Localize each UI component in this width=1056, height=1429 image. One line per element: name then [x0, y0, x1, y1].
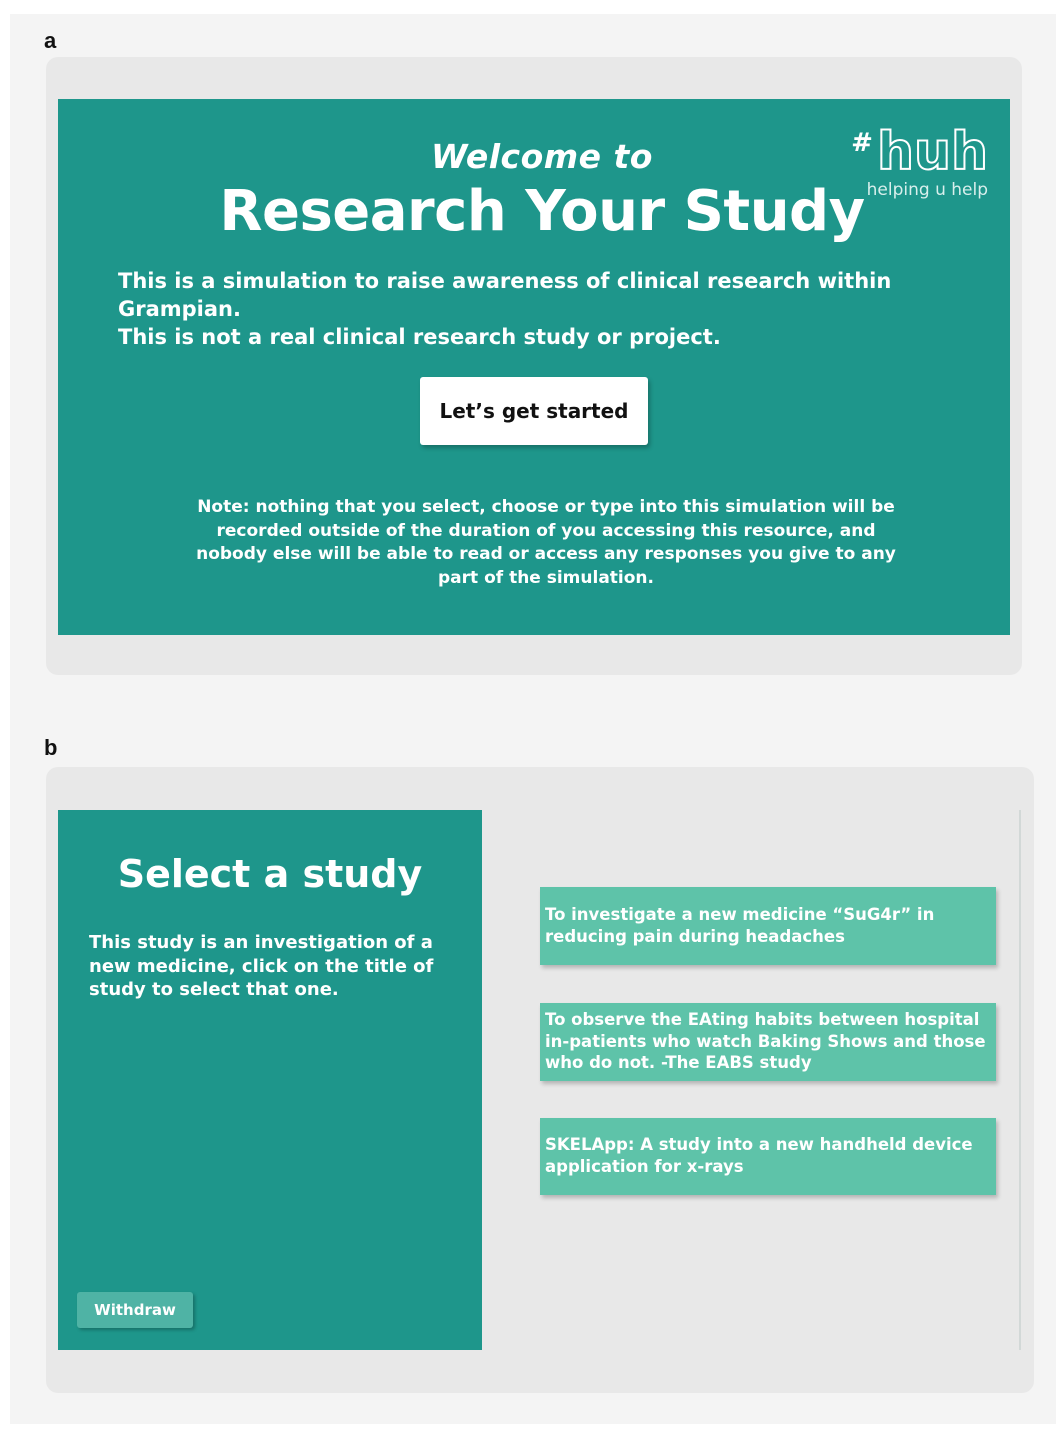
logo-tagline: helping u help: [866, 180, 988, 200]
study-option-eabs[interactable]: To observe the EAting habits between hos…: [540, 1003, 996, 1081]
withdraw-button[interactable]: Withdraw: [77, 1292, 193, 1328]
select-description: This study is an investigation of a new …: [89, 932, 434, 1000]
intro-text: This is a simulation to raise awareness …: [118, 267, 978, 351]
intro-line-2: This is not a real clinical research stu…: [118, 325, 721, 349]
scrollbar-track: [1019, 810, 1021, 1350]
privacy-note: Note: nothing that you select, choose or…: [196, 497, 896, 588]
logo-hash: #: [851, 128, 873, 158]
panel-label-a: a: [44, 28, 57, 53]
logo-wordmark: #huh: [838, 113, 989, 183]
study-option-sug4r[interactable]: To investigate a new medicine “SuG4r” in…: [540, 887, 996, 965]
select-study-panel: Select a study This study is an investig…: [58, 810, 482, 1350]
study-option-skelapp[interactable]: SKELApp: A study into a new handheld dev…: [540, 1118, 996, 1195]
panel-label-b: b: [44, 735, 58, 760]
select-title: Select a study: [117, 852, 423, 896]
logo-text: huh: [876, 121, 989, 183]
welcome-screen: Welcome to Research Your Study #huh help…: [58, 99, 1010, 635]
get-started-button[interactable]: Let’s get started: [420, 377, 648, 445]
intro-line-1: This is a simulation to raise awareness …: [118, 269, 892, 321]
huh-logo: #huh helping u help: [838, 113, 989, 203]
